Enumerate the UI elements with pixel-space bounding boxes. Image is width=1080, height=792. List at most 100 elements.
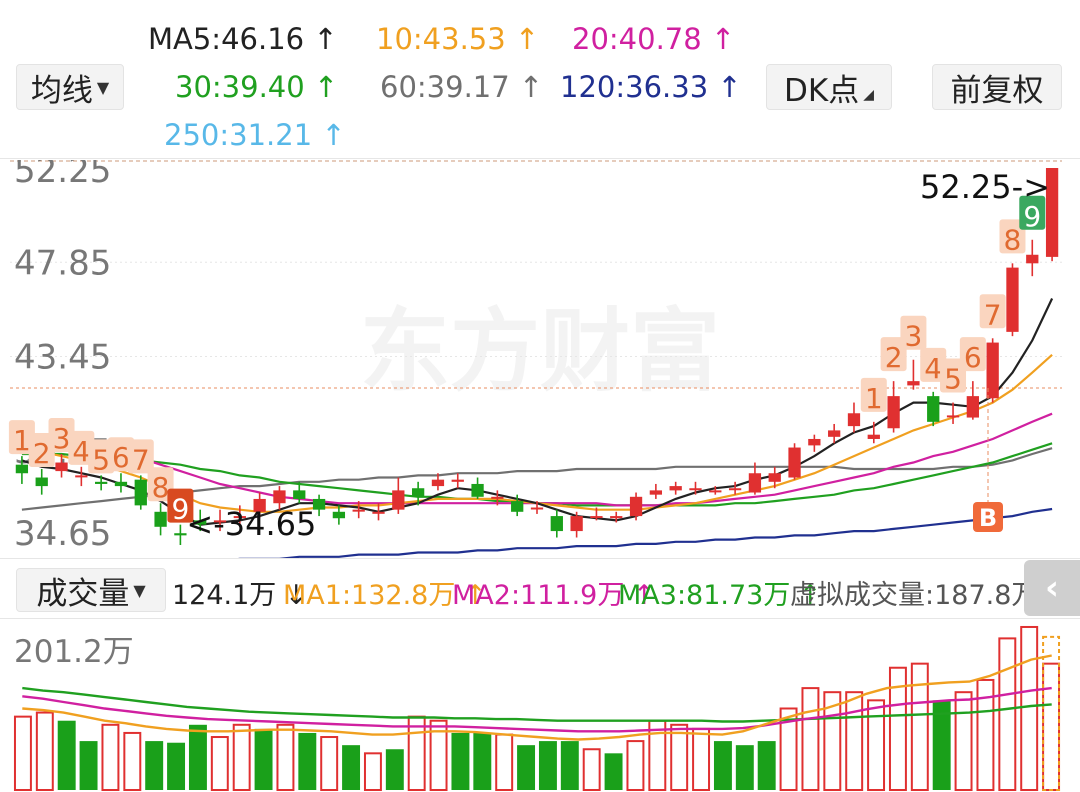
volume-bar-up xyxy=(801,687,820,791)
up-candle xyxy=(451,479,464,482)
adjust-price-button[interactable]: 前复权 xyxy=(932,64,1062,110)
volume-top-divider xyxy=(0,558,1080,559)
up-candle xyxy=(847,413,861,427)
volume-bar-down xyxy=(342,745,361,790)
up-candle xyxy=(907,381,920,386)
down-candle xyxy=(927,396,940,422)
volume-bar-down xyxy=(79,741,98,790)
up-candle xyxy=(273,490,286,504)
price-axis-top: 52.25 xyxy=(14,160,111,191)
down-candle xyxy=(114,481,128,487)
down-candle xyxy=(154,511,167,527)
up-candle xyxy=(1006,267,1019,332)
up-candle xyxy=(946,415,960,418)
volume-bar-up xyxy=(692,727,711,791)
down-candle xyxy=(134,479,147,506)
td-count-label: 4 xyxy=(72,435,90,468)
price-axis-mid: 43.45 xyxy=(14,338,111,378)
volume-bar-down xyxy=(57,720,76,790)
up-candle xyxy=(392,490,405,510)
up-candle xyxy=(966,396,979,418)
volume-bar-down xyxy=(385,749,404,790)
down-candle xyxy=(293,490,306,499)
volume-bar-up xyxy=(1020,625,1039,791)
volume-bar-up xyxy=(232,723,251,791)
volume-bar-down xyxy=(473,732,492,790)
volume-bar-up xyxy=(101,723,120,791)
volume-bar-down xyxy=(735,745,754,790)
ma30-legend: 30:39.40 ↑ xyxy=(175,70,339,104)
volume-bar-down xyxy=(757,741,776,790)
dk-point-button[interactable]: DK点 ◢ xyxy=(766,64,892,110)
up-candle xyxy=(55,462,68,472)
up-candle xyxy=(431,479,445,487)
volume-chart[interactable]: 201.2万 xyxy=(0,620,1080,792)
virtual-volume: 虚拟成交量:187.8万 xyxy=(790,580,1039,611)
dk-point-label: DK点 xyxy=(784,72,860,109)
down-candle xyxy=(471,483,484,497)
volume-bar-up xyxy=(670,723,689,791)
up-candle xyxy=(768,473,781,482)
volume-bar-up xyxy=(998,637,1017,791)
volume-bar-up xyxy=(1042,662,1061,791)
td-count-label: 6 xyxy=(964,341,982,374)
candlestick-chart[interactable]: 东方财富52.2547.8543.4539.0534.6512345678912… xyxy=(0,160,1080,558)
ma250-legend: 250:31.21 ↑ xyxy=(164,118,346,152)
up-candle xyxy=(649,490,663,495)
up-candle xyxy=(709,490,722,493)
up-candle xyxy=(570,516,583,532)
ma-type-select[interactable]: 均线 ▼ xyxy=(16,64,124,110)
volume-bar-down xyxy=(538,741,557,790)
td-count-label: 5 xyxy=(92,443,110,476)
ma60-legend: 60:39.17 ↑ xyxy=(380,70,544,104)
td-count-label: 1 xyxy=(865,382,883,415)
volume-bar-up xyxy=(626,740,645,791)
volume-bar-up xyxy=(35,711,54,791)
volume-bar-down xyxy=(145,741,164,790)
ma5-legend: MA5:46.16 ↑ xyxy=(148,22,338,56)
up-candle xyxy=(867,434,880,439)
collapse-panel-button[interactable]: ‹ xyxy=(1024,560,1080,616)
high-price-marker: 52.25-> xyxy=(920,168,1050,206)
volume-bar-up xyxy=(210,736,229,791)
caret-down-icon: ▼ xyxy=(133,580,146,600)
volume-bar-down xyxy=(451,732,470,790)
up-candle xyxy=(372,511,385,514)
down-candle xyxy=(15,464,29,474)
caret-down-icon: ▼ xyxy=(96,77,110,97)
td-count-label: 8 xyxy=(152,471,170,504)
up-candle xyxy=(808,438,821,446)
volume-bar-up xyxy=(845,691,864,791)
volume-bar-down xyxy=(167,742,186,790)
volume-bar-up xyxy=(867,699,886,791)
up-candle xyxy=(352,509,365,512)
volume-bar-down xyxy=(298,732,317,790)
volume-bar-down xyxy=(713,741,732,790)
down-candle xyxy=(174,533,187,536)
volume-bar-down xyxy=(188,724,207,790)
td-count-label: 6 xyxy=(112,441,130,474)
volume-bar-up xyxy=(320,736,339,791)
td-count-label: 2 xyxy=(33,437,51,470)
up-candle xyxy=(788,447,801,478)
volume-bar-down xyxy=(560,741,579,790)
volume-indicator-select[interactable]: 成交量 ▼ xyxy=(16,568,166,612)
volume-bar-up xyxy=(910,662,929,791)
ma120-legend: 120:36.33 ↑ xyxy=(560,70,742,104)
up-candle xyxy=(590,516,603,519)
td-count-label: 7 xyxy=(132,443,150,476)
up-candle xyxy=(610,516,623,519)
volume-bar-down xyxy=(604,753,623,790)
ma-type-label: 均线 xyxy=(30,72,93,109)
volume-bar-down xyxy=(517,745,536,790)
chevron-left-icon: ‹ xyxy=(1044,568,1059,608)
volume-bar-up xyxy=(276,723,295,791)
td-count-label: 7 xyxy=(984,298,1002,331)
td-count-label: 3 xyxy=(53,422,71,455)
buy-signal-label: B xyxy=(979,504,997,532)
volume-indicator-label: 成交量 xyxy=(36,575,130,612)
up-candle xyxy=(491,496,504,499)
down-candle xyxy=(95,481,108,484)
up-candle xyxy=(1026,254,1039,264)
volume-bar-up xyxy=(407,715,426,791)
